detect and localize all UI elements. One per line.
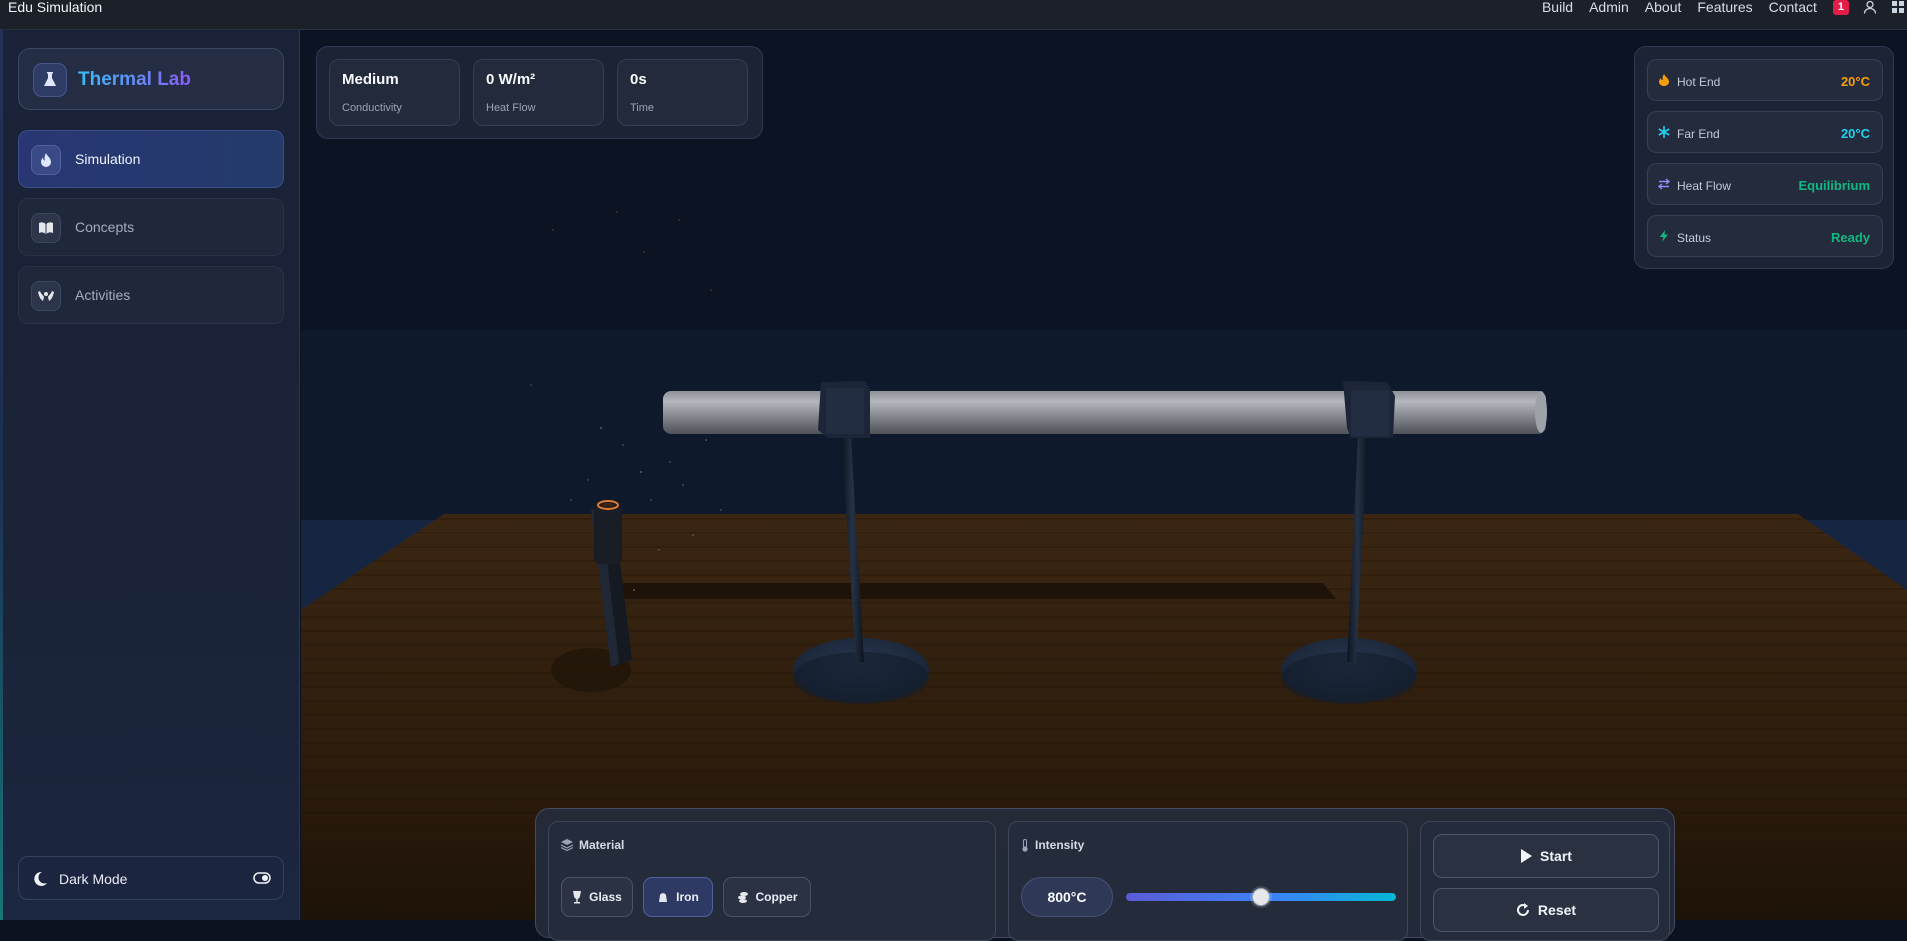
stat-value: Medium (342, 71, 399, 88)
moon-icon (34, 871, 47, 886)
start-label: Start (1540, 848, 1572, 864)
status-label: Far End (1677, 127, 1720, 141)
material-title: Material (561, 838, 624, 852)
stat-label: Time (630, 102, 655, 114)
intensity-title-text: Intensity (1035, 838, 1085, 852)
status-row-status: Status Ready (1647, 215, 1883, 257)
status-label: Hot End (1677, 75, 1721, 89)
logo-card[interactable]: Thermal Lab (18, 48, 284, 110)
material-label: Copper (755, 890, 798, 904)
coins-icon (737, 892, 748, 903)
intensity-value: 800°C (1021, 877, 1113, 917)
book-icon (31, 213, 61, 243)
hands-icon (31, 281, 61, 311)
status-panel: Hot End 20°C Far End 20°C Heat Flow Equi… (1634, 46, 1894, 269)
material-label: Iron (676, 890, 699, 904)
hot-end-value: 20°C (1840, 74, 1870, 89)
stat-heat-flow: 0 W/m² Heat Flow (473, 59, 604, 126)
actions-card: Start Reset (1420, 821, 1670, 941)
arrows-icon (1658, 178, 1670, 190)
status-label: Heat Flow (1677, 179, 1732, 193)
snowflake-icon (1658, 126, 1670, 138)
toggle-icon[interactable] (253, 871, 271, 885)
sidebar-item-simulation[interactable]: Simulation (18, 130, 284, 188)
layers-icon (561, 839, 573, 851)
nav-build[interactable]: Build (1542, 0, 1573, 14)
nav-contact[interactable]: Contact (1769, 0, 1817, 14)
sidebar-item-label: Activities (75, 287, 131, 303)
material-copper-button[interactable]: Copper (723, 877, 811, 917)
heat-flow-value: Equilibrium (1798, 178, 1871, 193)
stat-label: Heat Flow (486, 102, 536, 114)
logo-text: Thermal Lab (78, 69, 191, 90)
app-brand[interactable]: Edu Simulation (8, 0, 102, 15)
sidebar-item-activities[interactable]: Activities (18, 266, 284, 324)
flask-icon (33, 63, 67, 97)
status-row-heat-flow: Heat Flow Equilibrium (1647, 163, 1883, 205)
material-iron-button[interactable]: Iron (643, 877, 713, 917)
dark-mode-toggle[interactable]: Dark Mode (18, 856, 284, 900)
nav-features[interactable]: Features (1697, 0, 1752, 14)
bolt-icon (1660, 230, 1668, 242)
stat-value: 0s (630, 71, 647, 88)
top-nav: Build Admin About Features Contact 1 (1542, 0, 1907, 15)
material-glass-button[interactable]: Glass (561, 877, 633, 917)
stat-time: 0s Time (617, 59, 748, 126)
flame-icon (31, 145, 61, 175)
nav-admin[interactable]: Admin (1589, 0, 1629, 14)
intensity-title: Intensity (1021, 838, 1084, 852)
status-row-hot-end: Hot End 20°C (1647, 59, 1883, 101)
stats-card: Medium Conductivity 0 W/m² Heat Flow 0s … (316, 46, 763, 139)
thermometer-icon (1022, 838, 1028, 852)
grid-icon[interactable] (1891, 0, 1905, 14)
material-card: Material Glass Iron Copper (548, 821, 996, 941)
sidebar-item-label: Simulation (75, 151, 141, 167)
reset-icon (1516, 903, 1529, 916)
notification-badge[interactable]: 1 (1832, 0, 1849, 15)
dark-mode-label: Dark Mode (59, 871, 128, 887)
material-label: Glass (589, 890, 622, 904)
far-end-value: 20°C (1840, 126, 1870, 141)
stat-label: Conductivity (342, 102, 402, 114)
status-value: Ready (1830, 230, 1870, 245)
sidebar-item-concepts[interactable]: Concepts (18, 198, 284, 256)
status-label: Status (1677, 231, 1712, 245)
stat-value: 0 W/m² (486, 71, 536, 88)
reset-button[interactable]: Reset (1433, 888, 1659, 932)
top-bar: Edu Simulation Build Admin About Feature… (0, 0, 1907, 30)
glass-icon (573, 890, 582, 903)
play-icon (1521, 849, 1533, 863)
control-panel: Material Glass Iron Copper Intensity 800… (535, 808, 1675, 941)
sidebar-item-label: Concepts (75, 219, 135, 235)
user-icon[interactable] (1863, 0, 1877, 14)
stat-conductivity: Medium Conductivity (329, 59, 460, 126)
sidebar: Thermal Lab Simulation Concepts Activiti… (0, 30, 300, 920)
intensity-slider-thumb[interactable] (1252, 888, 1270, 906)
intensity-card: Intensity 800°C (1008, 821, 1408, 941)
material-title-text: Material (579, 838, 625, 852)
nav-about[interactable]: About (1645, 0, 1682, 14)
iron-icon (659, 893, 668, 902)
reset-label: Reset (1537, 902, 1577, 918)
start-button[interactable]: Start (1433, 834, 1659, 878)
flame-icon (1659, 74, 1669, 86)
status-row-far-end: Far End 20°C (1647, 111, 1883, 153)
